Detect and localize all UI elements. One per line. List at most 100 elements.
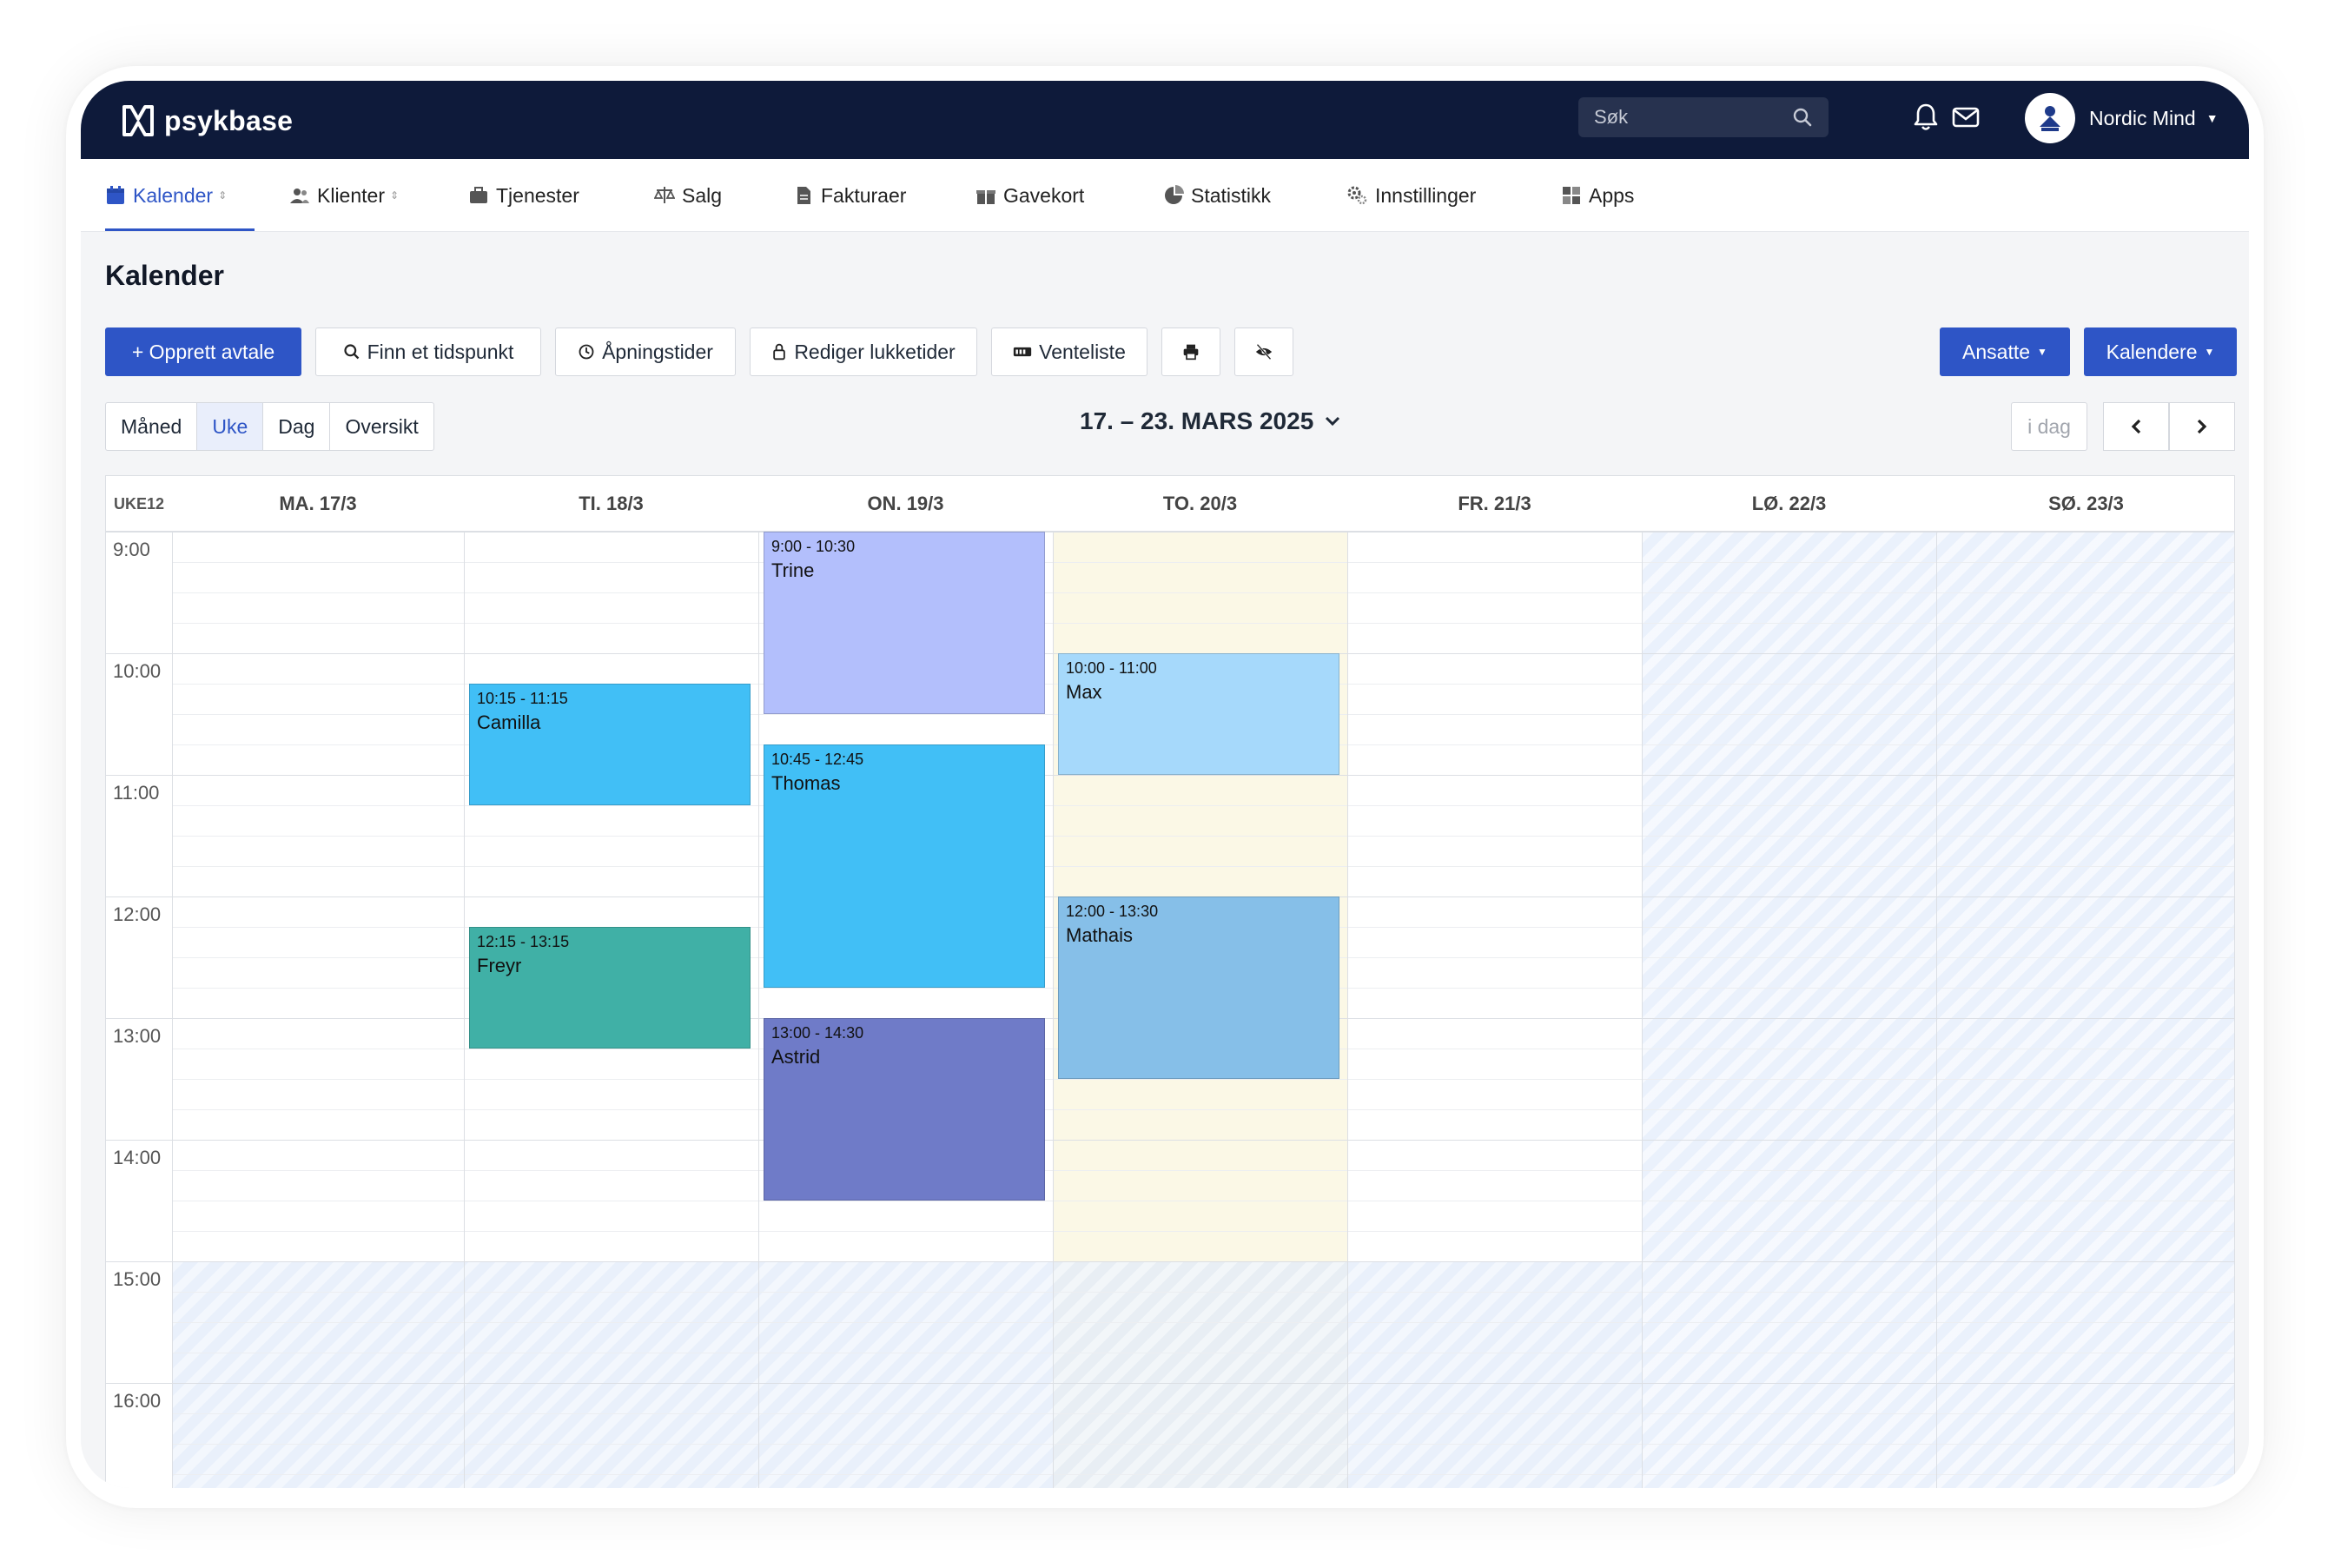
day-header-thu[interactable]: TO. 20/3 <box>1053 476 1347 532</box>
appointment-block[interactable]: 9:00 - 10:30 Trine <box>764 532 1045 714</box>
grid-icon <box>1563 187 1580 204</box>
appointment-block[interactable]: 12:15 - 13:15 Freyr <box>469 927 751 1049</box>
view-overview[interactable]: Oversikt <box>330 403 433 450</box>
hide-toggle-button[interactable] <box>1234 327 1293 376</box>
time-label: 14:00 <box>113 1147 162 1168</box>
column-divider <box>464 476 465 1488</box>
appointment-block[interactable]: 12:00 - 13:30 Mathais <box>1058 896 1339 1079</box>
day-header-sat[interactable]: LØ. 22/3 <box>1642 476 1936 532</box>
brand[interactable]: psykbase <box>119 102 293 140</box>
appointment-block[interactable]: 10:00 - 11:00 Max <box>1058 653 1339 775</box>
opening-hours-button[interactable]: Åpningstider <box>555 327 736 376</box>
nordic-mind-logo-icon <box>2040 106 2060 131</box>
appointment-time: 9:00 - 10:30 <box>771 538 856 555</box>
quarter-gridline <box>172 1474 2234 1475</box>
column-divider <box>172 476 173 1488</box>
nav-tjenester[interactable]: Tjenester <box>468 178 579 213</box>
quarter-gridline <box>172 1079 2234 1080</box>
nav-apps[interactable]: Apps <box>1561 178 1634 213</box>
appointment-client: Freyr <box>477 955 522 976</box>
sort-icon: ⇕ <box>218 189 228 202</box>
print-button[interactable] <box>1161 327 1220 376</box>
nav-innstillinger[interactable]: Innstillinger <box>1347 178 1476 213</box>
pie-chart-icon <box>1165 185 1184 204</box>
nav-kalender[interactable]: Kalender ⇕ <box>105 178 227 213</box>
search-input[interactable]: Søk <box>1578 97 1829 137</box>
day-header-wed[interactable]: ON. 19/3 <box>758 476 1053 532</box>
day-header-fri[interactable]: FR. 21/3 <box>1347 476 1642 532</box>
calendars-dropdown[interactable]: Kalendere ▼ <box>2084 327 2237 376</box>
day-header-tue[interactable]: TI. 18/3 <box>464 476 758 532</box>
find-time-button[interactable]: Finn et tidspunkt <box>315 327 541 376</box>
quarter-gridline <box>172 623 2234 624</box>
nav-gavekort[interactable]: Gavekort <box>976 178 1084 213</box>
find-time-label: Finn et tidspunkt <box>367 340 514 363</box>
scale-icon <box>654 187 675 203</box>
calendar-header: UKE12 MA. 17/3 TI. 18/3 ON. 19/3 TO. 20/… <box>106 476 2234 532</box>
calendar-icon <box>107 186 124 204</box>
view-switcher: Måned Uke Dag Oversikt <box>105 402 434 451</box>
appointment-time: 10:15 - 11:15 <box>477 690 568 707</box>
quarter-gridline <box>172 1170 2234 1171</box>
nav-statistikk[interactable]: Statistikk <box>1163 178 1271 213</box>
edit-closing-times-button[interactable]: Rediger lukketider <box>750 327 977 376</box>
appointment-block[interactable]: 10:15 - 11:15 Camilla <box>469 684 751 805</box>
staff-label: Ansatte <box>1962 340 2031 363</box>
prev-week-button[interactable] <box>2103 402 2169 451</box>
today-button[interactable]: i dag <box>2011 402 2087 451</box>
nav-label: Innstillinger <box>1375 183 1477 207</box>
nav-fakturaer[interactable]: Fakturaer <box>793 178 906 213</box>
column-divider <box>758 476 759 1488</box>
nav-salg[interactable]: Salg <box>654 178 722 213</box>
nav-label: Klienter <box>317 183 385 207</box>
quarter-gridline <box>172 1322 2234 1323</box>
briefcase-icon <box>470 187 487 203</box>
view-month[interactable]: Måned <box>106 403 198 450</box>
gift-icon <box>976 190 995 204</box>
brand-name: psykbase <box>164 104 294 136</box>
caret-down-icon: ▼ <box>2037 346 2047 358</box>
envelope-icon[interactable] <box>1950 102 1981 133</box>
app-window: psykbase Søk Nordic Mind ▼ Kalender ⇕ Kl… <box>81 81 2249 1488</box>
staff-dropdown[interactable]: Ansatte ▼ <box>1940 327 2070 376</box>
column-divider <box>1642 476 1643 1488</box>
weekend-closed-area <box>1642 532 2234 1488</box>
waitlist-button[interactable]: Venteliste <box>991 327 1147 376</box>
appointment-block[interactable]: 10:45 - 12:45 Thomas <box>764 744 1045 988</box>
main-nav: Kalender ⇕ Klienter ⇕ Tjenester Salg Fak… <box>81 159 2249 232</box>
nav-label: Fakturaer <box>821 183 907 207</box>
view-week[interactable]: Uke <box>197 403 264 450</box>
chevron-left-icon <box>2131 419 2141 434</box>
day-header-sun[interactable]: SØ. 23/3 <box>1936 476 2234 532</box>
appointment-client: Mathais <box>1066 924 1134 946</box>
column-divider <box>1347 476 1348 1488</box>
time-label: 15:00 <box>113 1268 162 1290</box>
create-appointment-button[interactable]: + Opprett avtale <box>105 327 301 376</box>
bell-icon[interactable] <box>1910 102 1941 133</box>
column-divider <box>1936 476 1937 1488</box>
user-name: Nordic Mind <box>2089 106 2196 129</box>
hour-gridline <box>106 532 2234 533</box>
appointment-time: 10:45 - 12:45 <box>771 751 864 768</box>
nav-klienter[interactable]: Klienter ⇕ <box>289 178 399 213</box>
search-placeholder: Søk <box>1594 106 1629 128</box>
nav-label: Salg <box>682 183 723 207</box>
printer-icon <box>1183 344 1199 361</box>
hour-gridline <box>106 1383 2234 1384</box>
search-icon <box>1793 108 1812 127</box>
view-day[interactable]: Dag <box>263 403 331 450</box>
time-label: 11:00 <box>113 782 160 804</box>
quarter-gridline <box>172 1444 2234 1445</box>
day-header-mon[interactable]: MA. 17/3 <box>172 476 464 532</box>
date-range-picker[interactable]: 17. – 23. MARS 2025 <box>1080 407 1341 435</box>
quarter-gridline <box>172 836 2234 837</box>
user-menu[interactable]: Nordic Mind ▼ <box>2025 93 2219 143</box>
sort-icon: ⇕ <box>389 189 400 202</box>
next-week-button[interactable] <box>2169 402 2235 451</box>
quarter-gridline <box>172 1109 2234 1110</box>
caret-down-icon: ▼ <box>2204 346 2215 358</box>
nav-label: Statistikk <box>1191 183 1272 207</box>
appointment-block[interactable]: 13:00 - 14:30 Astrid <box>764 1018 1045 1201</box>
appointment-time: 12:00 - 13:30 <box>1066 903 1159 920</box>
eye-slash-icon <box>1255 343 1273 361</box>
